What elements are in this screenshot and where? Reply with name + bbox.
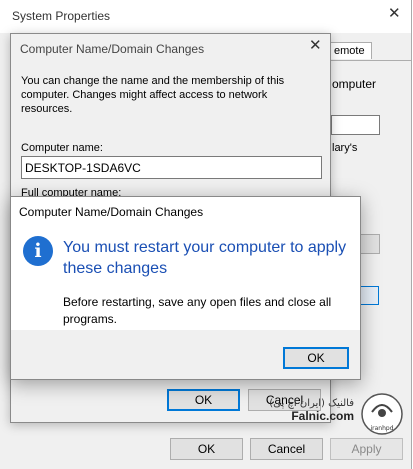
restart-ok-button[interactable]: OK [283, 347, 349, 369]
watermark-logo-text: iranhpd [370, 425, 393, 432]
name-change-ok-button[interactable]: OK [167, 389, 240, 411]
tab-remote[interactable]: emote [327, 42, 372, 59]
restart-body: Before restarting, save any open files a… [63, 295, 332, 326]
side-default-button[interactable] [360, 286, 379, 305]
side-button[interactable] [360, 234, 380, 254]
restart-notice-dialog: Computer Name/Domain Changes i You must … [10, 196, 361, 380]
system-properties-title: System Properties [12, 9, 111, 23]
system-properties-titlebar: System Properties ✕ [0, 0, 411, 33]
system-properties-close-icon[interactable]: ✕ [388, 4, 401, 24]
watermark-text: فالنیک (ایران اچ پی) Falnic.com [268, 398, 354, 423]
sysprop-apply-button: Apply [330, 438, 403, 460]
side-text-lary: lary's [332, 142, 358, 154]
info-icon: i [23, 236, 53, 266]
sysprop-cancel-button[interactable]: Cancel [250, 438, 323, 460]
side-text-computer: omputer [332, 77, 377, 91]
restart-notice-footer: OK [11, 330, 360, 379]
computer-name-label: Computer name: [21, 142, 103, 154]
watermark-logo-icon: iranhpd [361, 393, 403, 435]
restart-notice-title: Computer Name/Domain Changes [19, 205, 204, 219]
name-change-description: You can change the name and the membersh… [21, 75, 285, 115]
side-textbox [331, 115, 380, 135]
computer-name-input[interactable]: DESKTOP-1SDA6VC [21, 156, 322, 179]
name-change-close-icon[interactable]: ✕ [309, 36, 322, 56]
watermark-name: فالنیک (ایران اچ پی) [269, 398, 354, 409]
restart-heading: You must restart your computer to apply … [63, 239, 347, 277]
name-change-title: Computer Name/Domain Changes [20, 42, 205, 56]
sysprop-ok-button[interactable]: OK [170, 438, 243, 460]
watermark-site: Falnic.com [291, 409, 354, 423]
